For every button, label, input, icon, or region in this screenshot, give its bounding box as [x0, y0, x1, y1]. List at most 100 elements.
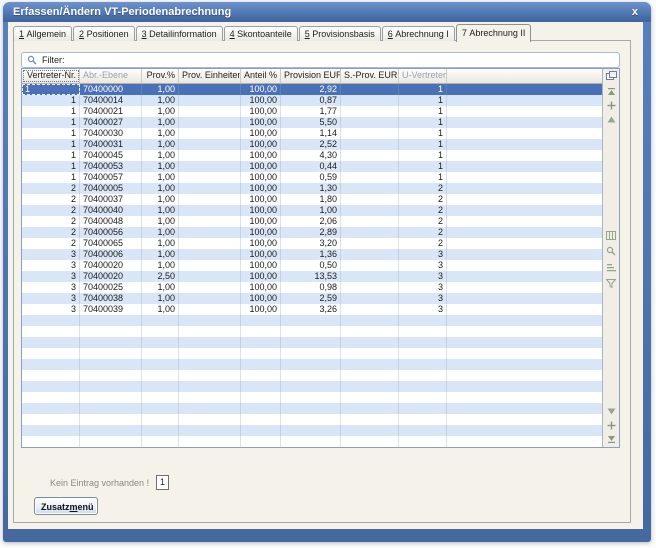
cell-prov_pct [142, 403, 179, 414]
tab-abrechnung-ii[interactable]: 7 Abrechnung II [456, 24, 532, 42]
cell-abr_ebene [80, 315, 142, 326]
column-header-prov_pct[interactable]: Prov.% [142, 69, 179, 83]
cell-s_prov_eur [341, 106, 399, 117]
table-row[interactable]: 2704000651,00100,003,202 [22, 238, 603, 249]
cell-anteil_pct: 100,00 [241, 128, 281, 139]
column-header-prov_einheiten[interactable]: Prov. Einheiten [179, 69, 241, 83]
tab-abrechnung-i[interactable]: 6 Abrechnung I [382, 26, 455, 41]
table-row[interactable]: 2704000401,00100,001,002 [22, 205, 603, 216]
cell-prov_pct: 1,00 [142, 216, 179, 227]
cell-s_prov_eur [341, 139, 399, 150]
table-row[interactable]: 1704000141,00100,000,871 [22, 95, 603, 106]
filter-funnel-icon[interactable] [605, 277, 617, 289]
cell-abr_ebene [80, 359, 142, 370]
table-row-empty[interactable] [22, 403, 603, 414]
search-row-icon[interactable] [605, 245, 617, 257]
remove-row-icon[interactable] [605, 419, 617, 431]
cell-abr_ebene: 70400030 [80, 128, 142, 139]
table-row[interactable]: 2704000561,00100,002,892 [22, 227, 603, 238]
cell-vertreter: 1 [22, 139, 80, 150]
cell-filler [447, 216, 603, 227]
cell-prov_pct: 1,00 [142, 106, 179, 117]
cell-vertreter [22, 381, 80, 392]
cell-vertreter [22, 370, 80, 381]
tab-positionen[interactable]: 2 Positionen [73, 26, 135, 41]
column-header-anteil_pct[interactable]: Anteil % [241, 69, 281, 83]
table-row[interactable]: 1704000571,00100,000,591 [22, 172, 603, 183]
sort-icon[interactable] [605, 261, 617, 273]
scroll-bottom-icon[interactable] [605, 433, 617, 445]
column-chooser-icon[interactable] [605, 70, 617, 82]
cell-prov_pct: 1,00 [142, 227, 179, 238]
add-row-icon[interactable] [605, 99, 617, 111]
cell-provision_eur: 2,92 [281, 84, 341, 95]
cell-provision_eur: 3,20 [281, 238, 341, 249]
column-header-vertreter[interactable]: Vertreter-Nr. [22, 69, 80, 83]
cell-anteil_pct: 100,00 [241, 161, 281, 172]
table-row[interactable]: 1704000211,00100,001,771 [22, 106, 603, 117]
table-row[interactable]: 3704000391,00100,003,263 [22, 304, 603, 315]
table-row[interactable]: 3704000381,00100,002,593 [22, 293, 603, 304]
table-row[interactable]: 1704000001,00100,002,921 [22, 84, 603, 95]
cell-provision_eur [281, 381, 341, 392]
cell-s_prov_eur [341, 304, 399, 315]
cell-prov_pct: 1,00 [142, 139, 179, 150]
table-row-empty[interactable] [22, 337, 603, 348]
cell-anteil_pct [241, 392, 281, 403]
tab-provisionsbasis[interactable]: 5 Provisionsbasis [299, 26, 381, 41]
column-header-provision_eur[interactable]: Provision EUR [281, 69, 341, 83]
table-row-empty[interactable] [22, 414, 603, 425]
cell-s_prov_eur [341, 216, 399, 227]
table-row-empty[interactable] [22, 436, 603, 447]
table-row[interactable]: 2704000481,00100,002,062 [22, 216, 603, 227]
table-row[interactable]: 3704000061,00100,001,363 [22, 249, 603, 260]
table-row-empty[interactable] [22, 425, 603, 436]
table-row[interactable]: 3704000251,00100,000,983 [22, 282, 603, 293]
table-row-empty[interactable] [22, 370, 603, 381]
tab-skontoanteile[interactable]: 4 Skontoanteile [224, 26, 298, 41]
table-row[interactable]: 1704000271,00100,005,501 [22, 117, 603, 128]
table-row[interactable]: 2704000051,00100,001,302 [22, 183, 603, 194]
table-row-empty[interactable] [22, 348, 603, 359]
table-row-empty[interactable] [22, 381, 603, 392]
cell-provision_eur: 1,36 [281, 249, 341, 260]
table-row[interactable]: 1704000451,00100,004,301 [22, 150, 603, 161]
table-row[interactable]: 1704000301,00100,001,141 [22, 128, 603, 139]
scroll-page-down-icon[interactable] [605, 405, 617, 417]
cell-vertreter: 2 [22, 227, 80, 238]
tab-allgemein[interactable]: 1 Allgemein [13, 26, 72, 41]
cell-abr_ebene: 70400014 [80, 95, 142, 106]
cell-u_vertreter [399, 348, 447, 359]
scroll-top-icon[interactable] [605, 85, 617, 97]
cell-provision_eur [281, 425, 341, 436]
table-row-empty[interactable] [22, 315, 603, 326]
filter-bar[interactable]: Filter: [21, 52, 620, 68]
table-row[interactable]: 2704000371,00100,001,802 [22, 194, 603, 205]
table-row-empty[interactable] [22, 447, 603, 448]
cell-filler [447, 260, 603, 271]
view-mode-icon[interactable] [605, 229, 617, 241]
zusatzmenu-button[interactable]: Zusatzmenü [34, 497, 98, 515]
table-row-empty[interactable] [22, 326, 603, 337]
cell-prov_einheiten [179, 183, 241, 194]
tab-detailinformation[interactable]: 3 Detailinformation [136, 26, 223, 41]
column-header-abr_ebene[interactable]: Abr.-Ebene [80, 69, 142, 83]
cell-abr_ebene [80, 381, 142, 392]
cell-prov_einheiten [179, 293, 241, 304]
column-header-u_vertreter[interactable]: U-Vertreter [399, 69, 447, 83]
cell-vertreter: 1 [22, 161, 80, 172]
table-row[interactable]: 1704000531,00100,000,441 [22, 161, 603, 172]
cell-anteil_pct: 100,00 [241, 194, 281, 205]
table-row[interactable]: 1704000311,00100,002,521 [22, 139, 603, 150]
cell-provision_eur: 2,52 [281, 139, 341, 150]
cell-abr_ebene [80, 370, 142, 381]
cell-prov_einheiten [179, 282, 241, 293]
close-icon[interactable]: x [629, 7, 641, 18]
scroll-page-up-icon[interactable] [605, 113, 617, 125]
table-row[interactable]: 3704000202,50100,0013,533 [22, 271, 603, 282]
table-row-empty[interactable] [22, 359, 603, 370]
cell-prov_pct [142, 370, 179, 381]
table-row[interactable]: 3704000201,00100,000,503 [22, 260, 603, 271]
table-row-empty[interactable] [22, 392, 603, 403]
column-header-s_prov_eur[interactable]: S.-Prov. EUR [341, 69, 399, 83]
